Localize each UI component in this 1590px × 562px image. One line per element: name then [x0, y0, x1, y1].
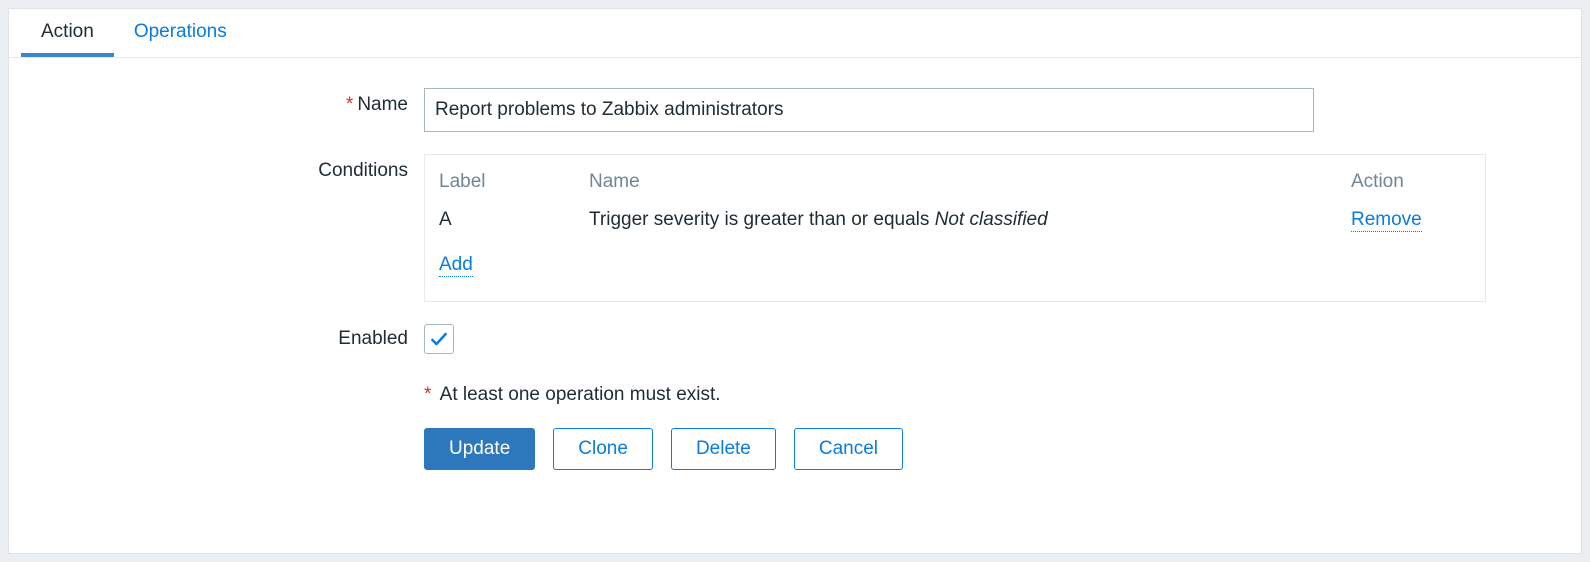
- row-name: *Name: [29, 88, 1561, 132]
- conditions-header-action: Action: [1351, 165, 1471, 205]
- row-buttons: Update Clone Delete Cancel: [29, 428, 1561, 470]
- tab-operations[interactable]: Operations: [114, 9, 247, 57]
- condition-name: Trigger severity is greater than or equa…: [589, 205, 1351, 242]
- conditions-table: Label Name Action A Trigger severity is …: [439, 165, 1471, 287]
- form-area: *Name Conditions Label Name Action: [9, 58, 1581, 500]
- tab-action[interactable]: Action: [21, 9, 114, 57]
- update-button[interactable]: Update: [424, 428, 535, 470]
- clone-button[interactable]: Clone: [553, 428, 653, 470]
- name-label-text: Name: [357, 94, 408, 115]
- condition-label: A: [439, 205, 589, 242]
- check-icon: [429, 329, 449, 349]
- condition-row: A Trigger severity is greater than or eq…: [439, 205, 1471, 242]
- button-bar: Update Clone Delete Cancel: [424, 428, 1561, 470]
- add-condition-row: Add: [439, 242, 1471, 287]
- enabled-label: Enabled: [29, 328, 424, 350]
- add-condition-link[interactable]: Add: [439, 255, 473, 277]
- action-config-panel: Action Operations *Name Conditions Label: [8, 8, 1582, 554]
- conditions-box: Label Name Action A Trigger severity is …: [424, 154, 1486, 302]
- remove-condition-link[interactable]: Remove: [1351, 210, 1422, 232]
- name-input[interactable]: [424, 88, 1314, 132]
- row-enabled: Enabled: [29, 324, 1561, 354]
- operation-hint: * At least one operation must exist.: [424, 384, 721, 405]
- conditions-label: Conditions: [29, 154, 424, 182]
- conditions-header-label: Label: [439, 165, 589, 205]
- tabs-bar: Action Operations: [9, 9, 1581, 58]
- conditions-header-name: Name: [589, 165, 1351, 205]
- row-conditions: Conditions Label Name Action: [29, 154, 1561, 302]
- enabled-checkbox[interactable]: [424, 324, 454, 354]
- name-label: *Name: [29, 88, 424, 116]
- condition-name-italic: Not classified: [935, 209, 1048, 230]
- cancel-button[interactable]: Cancel: [794, 428, 903, 470]
- required-asterisk-icon: *: [424, 384, 431, 405]
- delete-button[interactable]: Delete: [671, 428, 776, 470]
- row-hint: * At least one operation must exist.: [29, 384, 1561, 406]
- required-asterisk-icon: *: [346, 94, 353, 115]
- operation-hint-text: At least one operation must exist.: [440, 384, 721, 405]
- condition-name-prefix: Trigger severity is greater than or equa…: [589, 209, 935, 230]
